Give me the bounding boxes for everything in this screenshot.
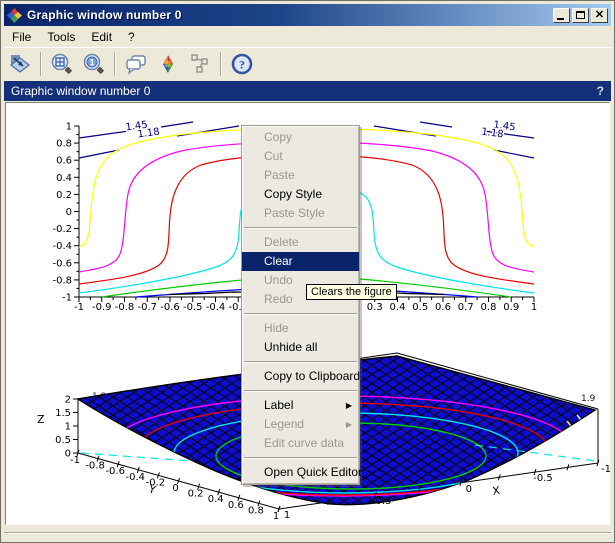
svg-text:0.2: 0.2	[188, 489, 204, 500]
svg-text:1.4: 1.4	[554, 401, 569, 411]
menu-item-label: Cut	[264, 149, 283, 163]
svg-text:0: 0	[172, 483, 178, 494]
svg-text:-0.5: -0.5	[183, 302, 203, 313]
menu-item-clear[interactable]: Clear	[242, 252, 359, 271]
svg-text:1: 1	[284, 510, 290, 521]
svg-text:0.4: 0.4	[208, 494, 224, 505]
svg-text:0.8: 0.8	[248, 505, 264, 516]
svg-text:-0.8: -0.8	[115, 302, 135, 313]
svg-text:-0.4: -0.4	[206, 302, 226, 313]
submenu-arrow-icon: ▶	[346, 396, 352, 415]
menu-item-unhide-all[interactable]: Unhide all	[242, 338, 359, 357]
svg-text:-0.6: -0.6	[160, 302, 180, 313]
svg-text:-1: -1	[70, 455, 80, 466]
svg-text:0.9: 0.9	[503, 302, 519, 313]
menu-item-label: Delete	[264, 235, 299, 249]
menu-item-label: Hide	[264, 321, 289, 335]
graphic-window: Graphic window number 0 ✕ File Tools Edi…	[0, 0, 615, 543]
svg-text:0.2: 0.2	[56, 190, 72, 201]
svg-text:1.4: 1.4	[120, 406, 135, 416]
svg-text:1: 1	[273, 511, 279, 522]
svg-text:0.6: 0.6	[56, 156, 72, 167]
svg-text:0: 0	[66, 207, 72, 218]
svg-text:0.6: 0.6	[228, 500, 244, 511]
menu-item-hide: Hide	[242, 319, 359, 338]
svg-text:0.6: 0.6	[435, 302, 451, 313]
menu-item-label: Unhide all	[264, 340, 317, 354]
svg-text:-0.4: -0.4	[126, 472, 146, 483]
svg-text:-0.6: -0.6	[105, 466, 125, 477]
svg-text:0.4: 0.4	[56, 173, 72, 184]
svg-text:0.8: 0.8	[481, 302, 497, 313]
svg-text:0: 0	[466, 484, 472, 495]
svg-text:-0.6: -0.6	[52, 258, 72, 269]
menu-item-label: Undo	[264, 273, 293, 287]
svg-text:-0.8: -0.8	[85, 461, 105, 472]
menu-item-copy-style[interactable]: Copy Style	[242, 185, 359, 204]
svg-text:X: X	[492, 484, 502, 498]
menu-item-label: Paste Style	[264, 206, 325, 220]
menu-item-paste: Paste	[242, 166, 359, 185]
svg-text:-0.2: -0.2	[52, 224, 72, 235]
menu-item-copy: Copy	[242, 128, 359, 147]
menu-item-label: Redo	[264, 292, 293, 306]
svg-text:1: 1	[66, 122, 72, 133]
svg-text:0.7: 0.7	[458, 302, 474, 313]
svg-text:0.3: 0.3	[367, 302, 383, 313]
menu-item-label: Edit curve data	[264, 436, 344, 450]
menu-item-delete: Delete	[242, 233, 359, 252]
svg-text:1: 1	[531, 302, 537, 313]
svg-text:-0.9: -0.9	[92, 302, 112, 313]
menu-item-edit-curve-data: Edit curve data	[242, 434, 359, 453]
menu-separator	[244, 457, 357, 459]
tooltip: Clears the figure	[306, 284, 397, 300]
context-menu: Copy Cut Paste Copy Style Paste Style Delete C…	[241, 125, 360, 485]
menu-item-cut: Cut	[242, 147, 359, 166]
svg-text:-0.4: -0.4	[52, 241, 72, 252]
menu-item-copy-to-clipboard[interactable]: Copy to Clipboard	[242, 367, 359, 386]
svg-text:0.5: 0.5	[412, 302, 428, 313]
menu-separator	[244, 313, 357, 315]
menu-separator	[244, 227, 357, 229]
svg-text:2: 2	[65, 395, 71, 406]
menu-item-label: Legend	[264, 417, 304, 431]
menu-separator	[244, 390, 357, 392]
menu-item-label: Clear	[264, 254, 293, 268]
submenu-arrow-icon: ▶	[346, 415, 352, 434]
menu-item-label: Copy Style	[264, 187, 322, 201]
svg-text:-0.8: -0.8	[52, 275, 72, 286]
menu-item-label: Copy to Clipboard	[264, 369, 360, 383]
svg-text:1: 1	[65, 422, 71, 433]
svg-text:0.8: 0.8	[56, 139, 72, 150]
menu-item-label: Open Quick Editor	[264, 465, 362, 479]
menu-item-open-quick-editor[interactable]: Open Quick Editor	[242, 463, 359, 482]
svg-text:-1: -1	[62, 293, 72, 304]
svg-text:0.5: 0.5	[55, 435, 71, 446]
svg-text:0.4: 0.4	[390, 302, 406, 313]
menu-item-paste-style: Paste Style	[242, 204, 359, 223]
menu-item-label: Paste	[264, 168, 295, 182]
svg-text:1.9: 1.9	[581, 394, 596, 404]
svg-text:0.5: 0.5	[376, 496, 392, 507]
menu-item-label: Label	[264, 398, 293, 412]
svg-text:Z: Z	[37, 413, 45, 426]
svg-text:1.18: 1.18	[481, 127, 505, 141]
svg-text:-0.5: -0.5	[533, 473, 553, 484]
svg-text:-1: -1	[601, 464, 611, 475]
menu-item-legend: Legend ▶	[242, 415, 359, 434]
svg-text:-0.7: -0.7	[137, 302, 157, 313]
menu-item-label: Copy	[264, 130, 292, 144]
svg-text:1.9: 1.9	[92, 392, 107, 402]
svg-text:-1: -1	[74, 302, 84, 313]
menu-separator	[244, 361, 357, 363]
menu-item-label[interactable]: Label ▶	[242, 396, 359, 415]
svg-text:1.5: 1.5	[55, 408, 71, 419]
